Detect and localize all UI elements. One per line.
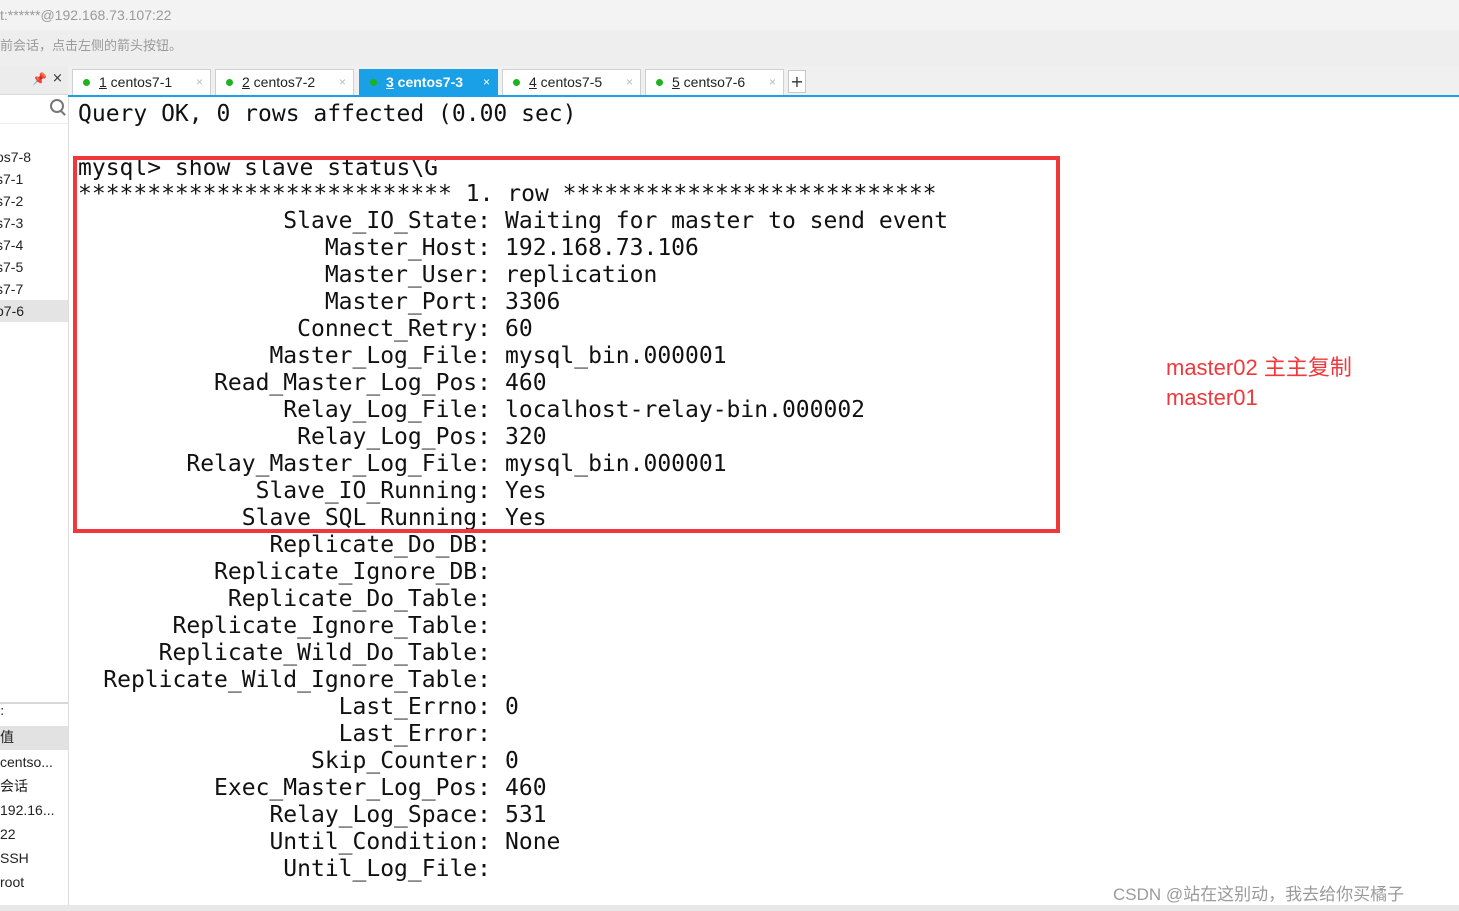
annotation-line-1: master02 主主复制 [1166,355,1352,380]
tab-close-icon[interactable]: × [196,70,203,95]
tab-name: centso7-6 [679,74,746,90]
status-field-value: None [505,829,561,855]
tab-close-icon[interactable]: × [483,70,490,95]
status-field-value: 0 [505,694,519,720]
properties-header: : [0,704,5,719]
annotation-line-2: master01 [1166,385,1258,410]
properties-panel: : 值 centso... 会话 192.16... 22 SSH root [0,702,68,911]
status-field-name: Replicate_Wild_Ignore_Table: [103,667,491,693]
status-field-name: Last_Error: [338,721,491,747]
tab-label: 3 centos7-3 [386,70,463,95]
session-item[interactable]: s7-7 [0,278,68,300]
tab-number: 2 [242,74,250,90]
tab-session-4[interactable]: 4 centos7-5 × [502,69,641,95]
status-field-name: Replicate_Ignore_DB: [214,559,491,585]
tab-number: 3 [386,74,394,90]
tab-session-2[interactable]: 2 centos7-2 × [215,69,354,95]
session-tabbar: 5 centso7-6 × 4 centos7-5 × 3 centos7-3 × 2 ce… [68,66,1459,97]
session-item[interactable]: s7-4 [0,234,68,256]
tab-session-3[interactable]: 3 centos7-3 × [359,69,498,95]
session-item[interactable]: s7-2 [0,190,68,212]
search-icon[interactable] [50,99,64,113]
tab-number: 1 [99,74,107,90]
status-field-value: 460 [505,775,547,801]
session-item[interactable]: os7-8 [0,146,68,168]
property-value: centso... [0,754,53,770]
status-field-name: Replicate_Wild_Do_Table: [158,640,491,666]
properties-value-column: 值 [0,726,68,750]
tab-close-icon[interactable]: × [626,70,633,95]
property-value: 22 [0,826,16,842]
tab-label: 5 centso7-6 [672,70,745,95]
tab-close-icon[interactable]: × [339,70,346,95]
tab-session-1[interactable]: 1 centos7-1 × [72,69,211,95]
status-field-name: Replicate_Do_Table: [227,586,491,612]
property-value: 192.16... [0,802,55,818]
window-title: t:******@192.168.73.107:22 [0,0,1459,30]
highlight-box [73,156,1060,533]
tab-close-icon[interactable]: × [769,70,776,95]
sidebar-search[interactable] [0,95,68,124]
tab-name: centos7-5 [536,74,603,90]
property-value: SSH [0,850,29,866]
sidebar-header: 📌 × [0,66,68,95]
tab-label: 2 centos7-2 [242,70,315,95]
status-field-value: 531 [505,802,547,828]
tab-number: 4 [529,74,537,90]
annotation-text: master02 主主复制 master01 [1166,353,1352,413]
status-field-name: Exec_Master_Log_Pos: [214,775,491,801]
status-dot-icon [656,79,663,86]
session-list: os7-8s7-1s7-2s7-3s7-4s7-5s7-7o7-6 [0,146,68,322]
status-field-value: 0 [505,748,519,774]
tab-name: centos7-2 [249,74,316,90]
tab-session-5[interactable]: 5 centso7-6 × [645,69,784,95]
session-sidebar: 📌 × os7-8s7-1s7-2s7-3s7-4s7-5s7-7o7-6 : … [0,66,69,911]
watermark: CSDN @站在这别动，我去给你买橘子 [1113,885,1405,904]
session-item[interactable]: o7-6 [0,300,68,322]
add-tab-button[interactable]: + [788,70,806,93]
window-bottom-edge [0,905,1459,911]
property-value: root [0,874,25,890]
tab-label: 4 centos7-5 [529,70,602,95]
session-item[interactable]: s7-3 [0,212,68,234]
status-field-name: Replicate_Ignore_Table: [172,613,492,639]
status-dot-icon [370,79,377,86]
tab-name: centos7-1 [106,74,173,90]
tab-label: 1 centos7-1 [99,70,172,95]
properties-rows: centso... 会话 192.16... 22 SSH root [0,750,68,894]
status-field-name: Until_Log_File: [283,856,491,882]
close-icon[interactable]: × [52,71,63,86]
status-dot-icon [226,79,233,86]
status-field-name: Last_Errno: [338,694,491,720]
pin-icon[interactable]: 📌 [32,72,47,86]
tab-name: centos7-3 [393,74,464,90]
status-field-name: Skip_Counter: [310,748,491,774]
status-field-name: Replicate_Do_DB: [269,532,491,558]
property-value: 会话 [0,778,28,794]
session-item[interactable]: s7-5 [0,256,68,278]
session-item[interactable]: s7-1 [0,168,68,190]
status-field-name: Until_Condition: [269,829,491,855]
status-field-name: Relay_Log_Space: [269,802,491,828]
tab-number: 5 [672,74,680,90]
query-ok-line: Query OK, 0 rows affected (0.00 sec) [78,101,577,127]
session-hint: 前会话，点击左侧的箭头按钮。 [0,30,1459,67]
status-dot-icon [513,79,520,86]
status-dot-icon [83,79,90,86]
